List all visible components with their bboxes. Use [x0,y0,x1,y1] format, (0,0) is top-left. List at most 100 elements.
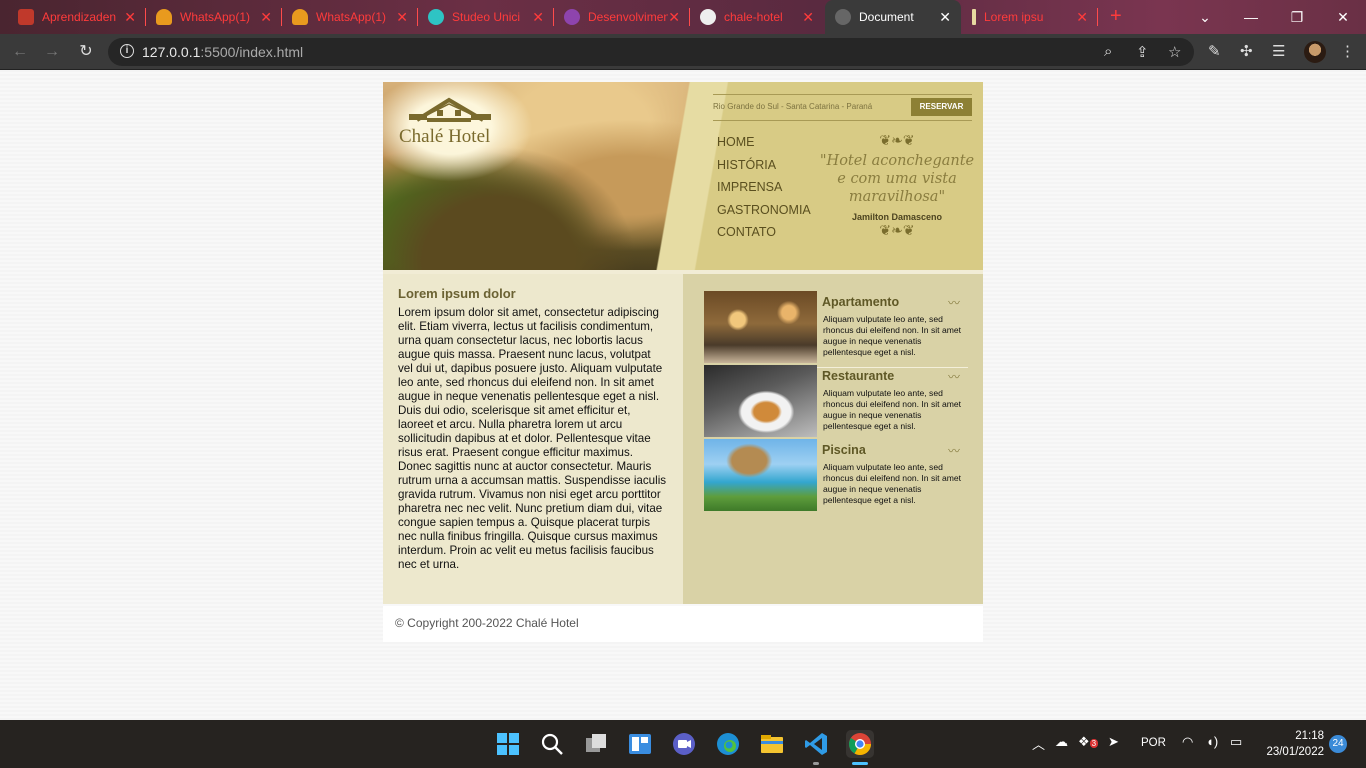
url-text[interactable]: 127.0.0.1:5500/index.html [142,44,303,60]
windows-start-icon[interactable] [494,730,522,758]
restaurant-photo[interactable] [704,365,817,437]
onedrive-icon[interactable]: ☁ [1055,734,1068,750]
studeo-icon [428,9,444,25]
tab-title: Lorem ipsu [984,10,1044,24]
feature-card-apartamento[interactable]: Apartamento 〰 Aliquam vulputate leo ante… [704,291,968,368]
page-icon [972,9,976,25]
forward-icon[interactable]: → [42,42,62,62]
tab-title: Aprendizaden [42,10,117,24]
vscode-icon[interactable] [802,730,830,758]
chevron-up-icon[interactable]: ︿ [1032,734,1045,753]
flourish-icon: 〰 [947,444,960,458]
system-clock[interactable]: 21:18 23/01/2022 [1262,728,1324,760]
browser-tab[interactable]: WhatsApp(1) ✕ [146,0,282,34]
close-icon[interactable]: ✕ [802,9,814,25]
zoom-icon[interactable]: ⌕ [1104,43,1112,60]
flourish-icon: 〰 [947,296,960,310]
feature-card-restaurante[interactable]: Restaurante 〰 Aliquam vulputate leo ante… [704,365,968,439]
teams-chat-icon[interactable] [670,730,698,758]
location-arrow-icon[interactable]: ➤ [1108,734,1119,750]
close-icon[interactable]: ✕ [396,9,408,25]
site-header: Chalé Hotel Rio Grande do Sul - Santa Ca… [383,82,983,270]
browser-tab[interactable]: Aprendizaden ✕ [8,0,146,34]
wifi-icon[interactable]: ◠ [1182,734,1193,750]
notification-badge[interactable]: 24 [1329,735,1347,753]
menu-kebab-icon[interactable]: ⋮ [1340,42,1355,60]
browser-tab[interactable]: WhatsApp(1) ✕ [282,0,418,34]
search-icon[interactable] [538,730,566,758]
features-list: Apartamento 〰 Aliquam vulputate leo ante… [704,291,968,513]
tab-title: Document [859,10,914,24]
intro-heading: Lorem ipsum dolor [398,286,516,301]
chrome-icon[interactable] [846,730,874,758]
hotel-site: Chalé Hotel Rio Grande do Sul - Santa Ca… [383,82,983,642]
share-icon[interactable]: ⇪ [1136,43,1149,61]
volume-icon[interactable]: ◖) [1206,734,1218,749]
close-icon[interactable]: ✕ [1076,9,1088,25]
close-icon[interactable]: ✕ [124,9,136,25]
ornament-top-icon: ❦❧❦ [879,132,915,148]
browser-tab[interactable]: Desenvolvimen ✕ [554,0,690,34]
menu-item-gastronomia[interactable]: GASTRONOMIA [717,202,811,225]
flourish-icon: 〰 [947,370,960,384]
edge-icon[interactable] [714,730,742,758]
quote-author: Jamilton Damasceno [851,212,943,222]
windows-taskbar: ︿ ☁ ❖ 3 ➤ POR ◠ ◖) ▭ 21:18 23/01/2022 24 [0,720,1366,768]
close-icon[interactable]: ✕ [939,9,951,25]
media-control-icon[interactable]: ☰ [1272,42,1285,60]
browser-toolbar: ← → ↻ i 127.0.0.1:5500/index.html ⌕ ⇪ ☆ … [0,34,1366,70]
close-window-button[interactable]: ✕ [1320,0,1366,34]
menu-item-home[interactable]: HOME [717,134,811,157]
udemy-icon [564,9,580,25]
close-icon[interactable]: ✕ [260,9,272,25]
address-bar[interactable]: i 127.0.0.1:5500/index.html ⌕ ⇪ ☆ [108,38,1194,66]
browser-tab[interactable]: chale-hotel ✕ [690,0,824,34]
apartment-photo[interactable] [704,291,817,363]
extensions-puzzle-icon[interactable]: ✣ [1240,42,1253,60]
battery-icon[interactable]: ▭ [1230,734,1242,750]
bookmark-star-icon[interactable]: ☆ [1168,43,1181,61]
profile-avatar[interactable] [1304,41,1326,63]
reserve-button[interactable]: RESERVAR [911,98,972,116]
firebase-icon [292,9,308,25]
feature-title[interactable]: Restaurante [822,369,894,383]
quote-text: "Hotel aconchegante e com uma vista mara… [819,153,975,205]
browser-tab-active[interactable]: Document ✕ [825,0,961,34]
clock-date: 23/01/2022 [1266,746,1324,758]
minimize-button[interactable]: — [1228,0,1274,34]
tab-title: WhatsApp(1) [180,10,251,24]
menu-item-contato[interactable]: CONTATO [717,224,811,247]
close-icon[interactable]: ✕ [668,9,680,25]
widgets-icon[interactable] [626,730,654,758]
restore-button[interactable]: ❐ [1274,0,1320,34]
menu-item-imprensa[interactable]: IMPRENSA [717,179,811,202]
feature-text: Aliquam vulputate leo ante, sed rhoncus … [823,314,962,357]
pool-photo[interactable] [704,439,817,511]
github-icon [700,9,716,25]
file-explorer-icon[interactable] [758,730,786,758]
feature-card-piscina[interactable]: Piscina 〰 Aliquam vulputate leo ante, se… [704,439,968,513]
pen-extension-icon[interactable]: ✎ [1208,42,1221,60]
logo-text[interactable]: Chalé Hotel [399,126,490,148]
testimonial-quote: ❦❧❦ "Hotel aconchegante e com uma vista … [819,132,975,238]
tab-title: chale-hotel [724,10,783,24]
close-icon[interactable]: ✕ [532,9,544,25]
browser-tab[interactable]: Lorem ipsu ✕ [962,0,1098,34]
back-icon[interactable]: ← [10,42,30,62]
youtube-icon [18,9,34,25]
info-icon[interactable]: i [120,44,134,58]
task-view-icon[interactable] [582,730,610,758]
tab-search-icon[interactable]: ⌄ [1182,0,1228,34]
dropbox-icon[interactable]: ❖ 3 [1078,734,1099,750]
feature-title[interactable]: Apartamento [822,295,899,309]
browser-tab[interactable]: Studeo Unici ✕ [418,0,554,34]
main-menu: HOME HISTÓRIA IMPRENSA GASTRONOMIA CONTA… [717,134,811,247]
language-indicator[interactable]: POR [1141,737,1166,749]
new-tab-button[interactable]: + [1110,6,1122,26]
feature-title[interactable]: Piscina [822,443,866,457]
menu-item-historia[interactable]: HISTÓRIA [717,157,811,180]
reload-icon[interactable]: ↻ [76,42,96,62]
firebase-icon [156,9,172,25]
site-footer: © Copyright 200-2022 Chalé Hotel [383,606,983,642]
location-text: Rio Grande do Sul - Santa Catarina - Par… [713,102,873,111]
